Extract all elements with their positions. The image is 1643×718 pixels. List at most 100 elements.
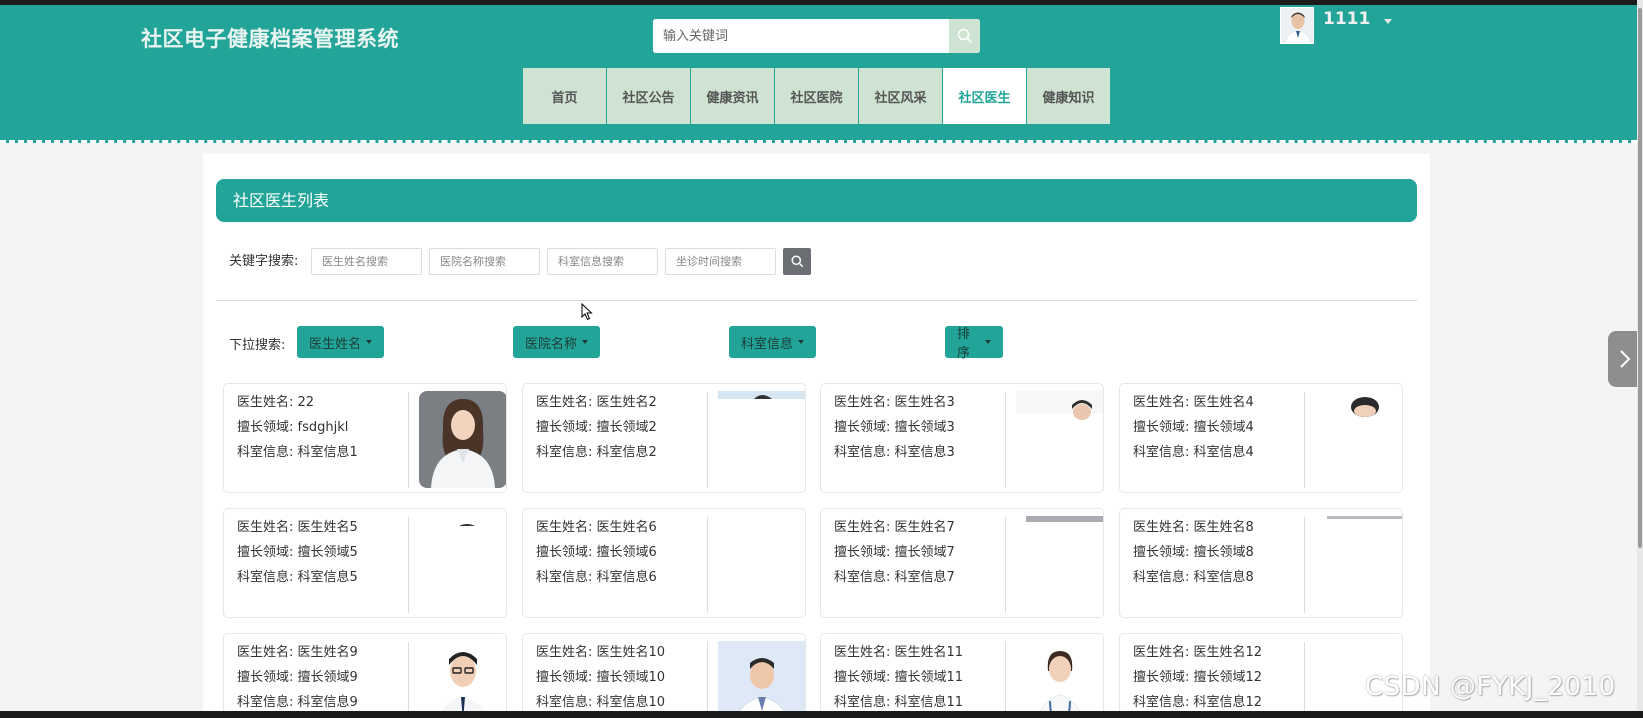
doctor-card[interactable]: 医生姓名: 医生姓名6 擅长领域: 擅长领域6 科室信息: 科室信息6 (522, 508, 806, 618)
doctor-info: 医生姓名: 医生姓名4 擅长领域: 擅长领域4 科室信息: 科室信息4 (1133, 393, 1301, 468)
doctor-photo[interactable] (419, 391, 506, 488)
doctor-department: 科室信息: 科室信息8 (1133, 570, 1254, 585)
doctor-name: 医生姓名: 医生姓名12 (1133, 645, 1263, 660)
doctor-specialty: 擅长领域: 擅长领域8 (1133, 545, 1254, 560)
doctor-specialty: 擅长领域: 擅长领域9 (237, 670, 358, 685)
doctor-department: 科室信息: 科室信息5 (237, 570, 358, 585)
keyword-search-button[interactable] (783, 248, 811, 275)
doctor-specialty: 擅长领域: 擅长领域2 (536, 420, 657, 435)
header-search-input[interactable] (653, 19, 949, 53)
card-divider (707, 642, 708, 718)
doctor-card[interactable]: 医生姓名: 医生姓名7 擅长领域: 擅长领域7 科室信息: 科室信息7 (820, 508, 1104, 618)
window-scrollbar[interactable] (1637, 0, 1643, 718)
doctor-name: 医生姓名: 医生姓名2 (536, 395, 657, 410)
username-label[interactable]: 1111 (1323, 9, 1370, 29)
doctor-card[interactable]: 医生姓名: 医生姓名2 擅长领域: 擅长领域2 科室信息: 科室信息2 (522, 383, 806, 493)
card-divider (1005, 392, 1006, 488)
site-logo-title: 社区电子健康档案管理系统 (141, 27, 399, 51)
doctor-card[interactable]: 医生姓名: 医生姓名11 擅长领域: 擅长领域11 科室信息: 科室信息11 (820, 633, 1104, 718)
section-title: 社区医生列表 (216, 179, 1417, 222)
card-divider (408, 642, 409, 718)
doctor-specialty: 擅长领域: 擅长领域6 (536, 545, 657, 560)
doctor-info: 医生姓名: 医生姓名9 擅长领域: 擅长领域9 科室信息: 科室信息9 (237, 643, 405, 718)
doctor-info: 医生姓名: 医生姓名6 擅长领域: 擅长领域6 科室信息: 科室信息6 (536, 518, 704, 593)
doctor-info: 医生姓名: 医生姓名12 擅长领域: 擅长领域12 科室信息: 科室信息12 (1133, 643, 1301, 718)
header-search-button[interactable] (949, 19, 980, 53)
doctor-name-dropdown-label: 医生姓名 (309, 336, 362, 352)
doctor-specialty: 擅长领域: 擅长领域12 (1133, 670, 1263, 685)
doctor-photo[interactable] (1315, 391, 1402, 488)
card-divider (1304, 642, 1305, 718)
doctor-card[interactable]: 医生姓名: 医生姓名5 擅长领域: 擅长领域5 科室信息: 科室信息5 (223, 508, 507, 618)
doctor-name: 医生姓名: 医生姓名11 (834, 645, 964, 660)
keyword-search-label: 关键字搜索: (229, 254, 299, 269)
nav-item-health-news[interactable]: 健康资讯 (691, 68, 774, 124)
search-icon (957, 28, 972, 44)
header-search (653, 19, 980, 53)
card-divider (408, 517, 409, 613)
doctor-photo[interactable] (1016, 641, 1103, 718)
caret-down-icon (582, 340, 588, 344)
doctor-specialty: 擅长领域: 擅长领域5 (237, 545, 358, 560)
doctor-department: 科室信息: 科室信息1 (237, 445, 358, 460)
doctor-photo[interactable] (718, 641, 805, 718)
doctor-card[interactable]: 医生姓名: 医生姓名8 擅长领域: 擅长领域8 科室信息: 科室信息8 (1119, 508, 1403, 618)
caret-down-icon (798, 340, 804, 344)
doctor-info: 医生姓名: 22 擅长领域: fsdghjkl 科室信息: 科室信息1 (237, 393, 405, 468)
doctor-name-dropdown[interactable]: 医生姓名 (297, 326, 384, 358)
doctor-name: 医生姓名: 医生姓名8 (1133, 520, 1254, 535)
department-dropdown[interactable]: 科室信息 (729, 326, 816, 358)
doctor-card[interactable]: 医生姓名: 医生姓名9 擅长领域: 擅长领域9 科室信息: 科室信息9 (223, 633, 507, 718)
mouse-cursor-icon (581, 303, 593, 321)
doctor-photo-image (459, 524, 475, 526)
nav-item-community-style[interactable]: 社区风采 (859, 68, 942, 124)
card-divider (707, 517, 708, 613)
chevron-right-icon (1620, 350, 1631, 368)
doctor-photo[interactable] (718, 516, 805, 613)
doctor-photo[interactable] (1016, 516, 1103, 613)
doctor-card[interactable]: 医生姓名: 医生姓名3 擅长领域: 擅长领域3 科室信息: 科室信息3 (820, 383, 1104, 493)
card-divider (1304, 517, 1305, 613)
clinic-time-search-input[interactable] (665, 248, 776, 275)
doctor-name: 医生姓名: 医生姓名3 (834, 395, 955, 410)
nav-item-home[interactable]: 首页 (523, 68, 606, 124)
avatar-image (1281, 8, 1313, 43)
doctor-photo[interactable] (1315, 516, 1402, 613)
doctor-photo-image (1327, 516, 1402, 519)
doctor-photo-image (1016, 391, 1103, 420)
user-avatar[interactable] (1280, 7, 1314, 44)
doctor-photo-image (1016, 641, 1103, 718)
nav-item-hospitals[interactable]: 社区医院 (775, 68, 858, 124)
doctor-specialty: 擅长领域: 擅长领域4 (1133, 420, 1254, 435)
caret-down-icon (366, 340, 372, 344)
doctor-card[interactable]: 医生姓名: 22 擅长领域: fsdghjkl 科室信息: 科室信息1 (223, 383, 507, 493)
doctor-photo[interactable] (419, 516, 506, 613)
doctor-name: 医生姓名: 医生姓名4 (1133, 395, 1254, 410)
doctor-card[interactable]: 医生姓名: 医生姓名4 擅长领域: 擅长领域4 科室信息: 科室信息4 (1119, 383, 1403, 493)
hospital-name-dropdown[interactable]: 医院名称 (513, 326, 600, 358)
doctor-department: 科室信息: 科室信息6 (536, 570, 657, 585)
doctor-card[interactable]: 医生姓名: 医生姓名10 擅长领域: 擅长领域10 科室信息: 科室信息10 (522, 633, 806, 718)
doctor-info: 医生姓名: 医生姓名10 擅长领域: 擅长领域10 科室信息: 科室信息10 (536, 643, 704, 718)
doctor-photo[interactable] (419, 641, 506, 718)
scrollbar-thumb[interactable] (1638, 8, 1642, 548)
hospital-name-search-input[interactable] (429, 248, 540, 275)
nav-item-announcements[interactable]: 社区公告 (607, 68, 690, 124)
doctor-name-search-input[interactable] (311, 248, 422, 275)
doctor-specialty: 擅长领域: fsdghjkl (237, 420, 349, 435)
nav-item-health-knowledge[interactable]: 健康知识 (1027, 68, 1110, 124)
card-divider (1005, 517, 1006, 613)
doctor-photo[interactable] (718, 391, 805, 488)
doctor-info: 医生姓名: 医生姓名2 擅长领域: 擅长领域2 科室信息: 科室信息2 (536, 393, 704, 468)
doctor-info: 医生姓名: 医生姓名5 擅长领域: 擅长领域5 科室信息: 科室信息5 (237, 518, 405, 593)
doctor-photo[interactable] (1016, 391, 1103, 488)
doctor-department: 科室信息: 科室信息3 (834, 445, 955, 460)
caret-down-icon[interactable] (1384, 19, 1392, 24)
department-search-input[interactable] (547, 248, 658, 275)
nav-item-doctors[interactable]: 社区医生 (943, 68, 1026, 124)
doctor-name: 医生姓名: 医生姓名6 (536, 520, 657, 535)
card-divider (408, 392, 409, 488)
doctor-photo-image (718, 391, 805, 399)
doctor-card[interactable]: 医生姓名: 医生姓名12 擅长领域: 擅长领域12 科室信息: 科室信息12 (1119, 633, 1403, 718)
sort-dropdown[interactable]: 排序 (945, 326, 1003, 361)
